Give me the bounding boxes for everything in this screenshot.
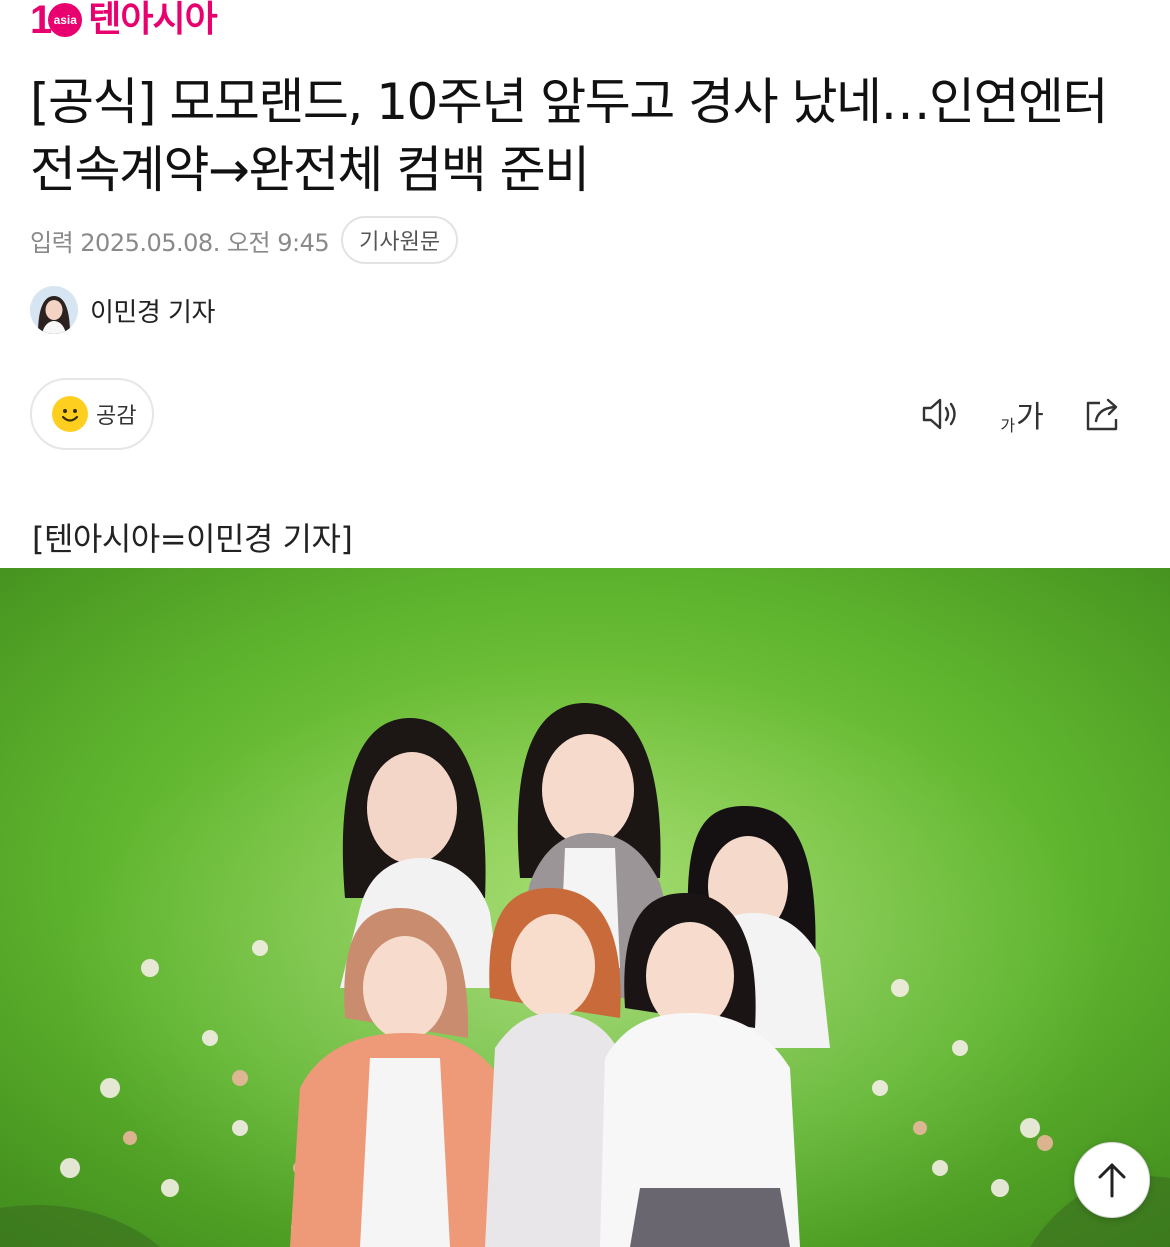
font-big-glyph: 가 (1016, 400, 1044, 435)
article-credit: [텐아시아=이민경 기자] (32, 520, 353, 558)
arrow-up-icon (1098, 1163, 1126, 1198)
share-button[interactable] (1082, 392, 1126, 436)
site-logo[interactable]: 1 asia 텐아시아 (30, 0, 218, 42)
share-icon (1086, 398, 1118, 431)
logo-mark-circle: asia (48, 3, 83, 37)
article-photo[interactable] (0, 568, 1170, 1247)
scroll-to-top-button[interactable] (1074, 1142, 1150, 1218)
article-page: 1 asia 텐아시아 [공식] 모모랜드, 10주년 앞두고 경사 났네…인연… (0, 0, 1170, 1247)
smile-icon (52, 396, 88, 432)
speaker-icon (922, 398, 956, 430)
text-to-speech-button[interactable] (918, 392, 962, 436)
group-photo (0, 568, 1170, 1247)
article-meta: 입력 2025.05.08. 오전 9:45 기사원문 (30, 216, 459, 264)
empathy-label: 공감 (96, 404, 137, 429)
author-name: 이민경 기자 (90, 297, 215, 328)
empathy-button[interactable]: 공감 (30, 378, 154, 450)
published-date: 입력 2025.05.08. 오전 9:45 (30, 228, 330, 257)
author-byline[interactable]: 이민경 기자 (30, 286, 215, 334)
logo-mark-one: 1 (30, 0, 52, 42)
font-size-icon: 가 가 (1000, 392, 1043, 436)
logo-text: 텐아시아 (88, 0, 217, 40)
original-article-button[interactable]: 기사원문 (341, 216, 459, 264)
article-title: [공식] 모모랜드, 10주년 앞두고 경사 났네…인연엔터 전속계약→완전체 … (30, 73, 1109, 199)
font-small-glyph: 가 (1000, 416, 1016, 435)
font-size-button[interactable]: 가 가 (996, 392, 1048, 436)
author-avatar (30, 286, 78, 334)
